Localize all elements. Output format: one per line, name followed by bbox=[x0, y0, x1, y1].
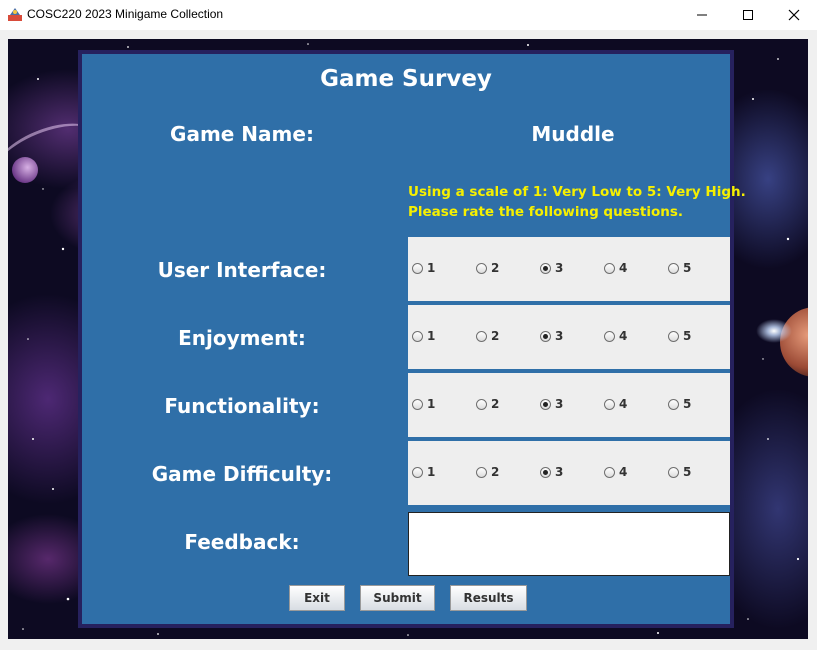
survey-panel: Game Survey Game Name: Muddle Using a sc… bbox=[78, 50, 746, 628]
radio-button-icon[interactable] bbox=[668, 262, 679, 274]
star-flare bbox=[756, 319, 792, 343]
question-label-enjoyment: Enjoyment: bbox=[178, 326, 306, 350]
rating-option-1[interactable]: 1 bbox=[412, 465, 435, 479]
radio-button-icon[interactable] bbox=[604, 398, 615, 410]
rating-option-2[interactable]: 2 bbox=[476, 261, 499, 275]
rating-option-label: 4 bbox=[619, 465, 628, 479]
rating-option-4[interactable]: 4 bbox=[604, 261, 627, 275]
radio-button-icon[interactable] bbox=[604, 330, 615, 342]
radio-button-icon[interactable] bbox=[540, 398, 551, 410]
rating-option-4[interactable]: 4 bbox=[604, 329, 627, 343]
radio-button-icon[interactable] bbox=[604, 262, 615, 274]
small-planet bbox=[12, 157, 38, 183]
maximize-button[interactable] bbox=[725, 0, 771, 30]
rating-option-1[interactable]: 1 bbox=[412, 329, 435, 343]
rating-option-label: 3 bbox=[555, 397, 564, 411]
radio-button-icon[interactable] bbox=[476, 262, 487, 274]
title-bar: COSC220 2023 Minigame Collection bbox=[0, 0, 817, 30]
java-app-icon bbox=[7, 6, 23, 22]
rating-option-label: 3 bbox=[555, 329, 564, 343]
radio-button-icon[interactable] bbox=[476, 466, 487, 478]
rating-option-label: 1 bbox=[427, 465, 436, 479]
rating-group-user-interface: 1 2 3 4 5 bbox=[408, 237, 730, 301]
rating-option-5[interactable]: 5 bbox=[668, 397, 691, 411]
rating-option-label: 3 bbox=[555, 465, 564, 479]
rating-option-label: 1 bbox=[427, 261, 436, 275]
close-button[interactable] bbox=[771, 0, 817, 30]
instruction-line-1: Using a scale of 1: Very Low to 5: Very … bbox=[408, 184, 746, 200]
rating-option-5[interactable]: 5 bbox=[668, 261, 691, 275]
rating-option-label: 2 bbox=[491, 465, 500, 479]
rating-option-label: 1 bbox=[427, 329, 436, 343]
rating-option-2[interactable]: 2 bbox=[476, 397, 499, 411]
radio-button-icon[interactable] bbox=[412, 398, 423, 410]
rating-group-game-difficulty: 1 2 3 4 5 bbox=[408, 441, 730, 505]
rating-option-5[interactable]: 5 bbox=[668, 329, 691, 343]
radio-button-icon[interactable] bbox=[476, 398, 487, 410]
rating-option-label: 4 bbox=[619, 397, 628, 411]
rating-instructions: Using a scale of 1: Very Low to 5: Very … bbox=[408, 182, 746, 222]
rating-option-label: 1 bbox=[427, 397, 436, 411]
rating-option-3[interactable]: 3 bbox=[540, 329, 563, 343]
rating-option-label: 4 bbox=[619, 261, 628, 275]
rating-option-4[interactable]: 4 bbox=[604, 465, 627, 479]
radio-button-icon[interactable] bbox=[604, 466, 615, 478]
minimize-button[interactable] bbox=[679, 0, 725, 30]
radio-button-icon[interactable] bbox=[476, 330, 487, 342]
question-label-game-difficulty: Game Difficulty: bbox=[151, 462, 333, 486]
exit-button[interactable]: Exit bbox=[289, 585, 345, 611]
rating-option-label: 5 bbox=[683, 261, 692, 275]
radio-button-icon[interactable] bbox=[412, 262, 423, 274]
radio-button-icon[interactable] bbox=[412, 466, 423, 478]
feedback-textarea[interactable] bbox=[408, 512, 730, 576]
close-icon bbox=[788, 9, 800, 21]
game-name-label: Game Name: bbox=[170, 122, 314, 146]
radio-button-icon[interactable] bbox=[668, 330, 679, 342]
survey-title: Game Survey bbox=[320, 66, 492, 92]
rating-option-label: 3 bbox=[555, 261, 564, 275]
radio-button-icon[interactable] bbox=[668, 466, 679, 478]
window-title: COSC220 2023 Minigame Collection bbox=[27, 7, 224, 21]
radio-button-icon[interactable] bbox=[540, 330, 551, 342]
minimize-icon bbox=[697, 14, 707, 16]
radio-button-icon[interactable] bbox=[668, 398, 679, 410]
rating-option-label: 2 bbox=[491, 397, 500, 411]
rating-option-label: 5 bbox=[683, 397, 692, 411]
feedback-label: Feedback: bbox=[184, 530, 300, 554]
rating-option-1[interactable]: 1 bbox=[412, 397, 435, 411]
rating-option-2[interactable]: 2 bbox=[476, 465, 499, 479]
radio-button-icon[interactable] bbox=[540, 262, 551, 274]
maximize-icon bbox=[743, 10, 753, 20]
rating-option-3[interactable]: 3 bbox=[540, 261, 563, 275]
rating-option-1[interactable]: 1 bbox=[412, 261, 435, 275]
submit-button[interactable]: Submit bbox=[360, 585, 435, 611]
rating-option-2[interactable]: 2 bbox=[476, 329, 499, 343]
rating-option-label: 5 bbox=[683, 329, 692, 343]
game-name-value: Muddle bbox=[531, 122, 615, 146]
question-label-user-interface: User Interface: bbox=[157, 258, 327, 282]
rating-group-functionality: 1 2 3 4 5 bbox=[408, 373, 730, 437]
rating-option-4[interactable]: 4 bbox=[604, 397, 627, 411]
radio-button-icon[interactable] bbox=[412, 330, 423, 342]
rating-option-3[interactable]: 3 bbox=[540, 465, 563, 479]
rating-option-label: 5 bbox=[683, 465, 692, 479]
rating-option-3[interactable]: 3 bbox=[540, 397, 563, 411]
radio-button-icon[interactable] bbox=[540, 466, 551, 478]
rating-option-label: 2 bbox=[491, 261, 500, 275]
rating-option-5[interactable]: 5 bbox=[668, 465, 691, 479]
rating-group-enjoyment: 1 2 3 4 5 bbox=[408, 305, 730, 369]
question-label-functionality: Functionality: bbox=[164, 394, 320, 418]
rating-option-label: 2 bbox=[491, 329, 500, 343]
instruction-line-2: Please rate the following questions. bbox=[408, 204, 684, 220]
rating-option-label: 4 bbox=[619, 329, 628, 343]
results-button[interactable]: Results bbox=[450, 585, 527, 611]
